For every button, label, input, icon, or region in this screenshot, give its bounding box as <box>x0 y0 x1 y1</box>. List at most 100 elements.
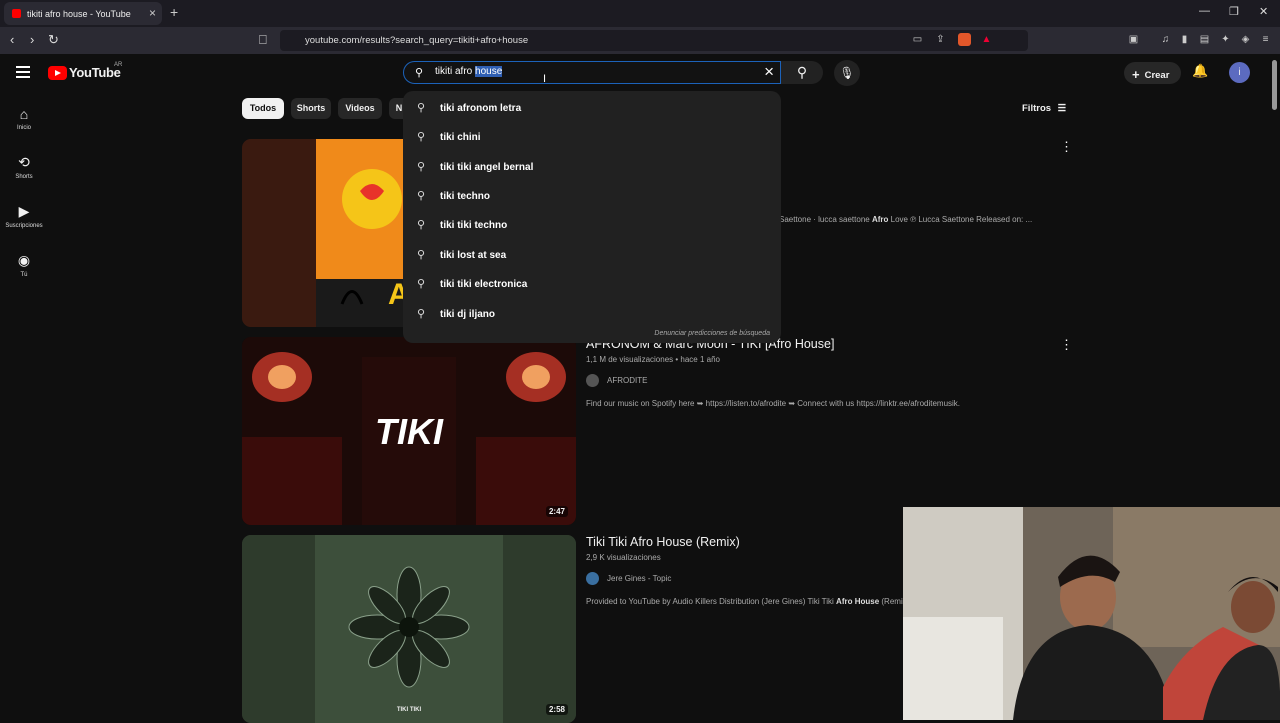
more-actions-icon[interactable]: ⋮ <box>1060 337 1073 353</box>
tab-close-icon[interactable]: × <box>149 6 156 20</box>
suggestion-text: tiki dj iljano <box>440 309 496 320</box>
suggestion-text: tiki tiki techno <box>440 220 508 231</box>
you-icon: ◉ <box>17 252 31 268</box>
more-actions-icon[interactable]: ⋮ <box>1060 139 1073 155</box>
text-cursor-icon: I <box>543 73 547 85</box>
voice-search-button[interactable]: 🎙 <box>834 60 860 86</box>
maximize-button[interactable]: ❐ <box>1229 5 1239 18</box>
brave-rewards-icon[interactable]: ▲ <box>980 33 993 46</box>
webcam-overlay <box>903 507 1280 720</box>
search-query-text: tikiti afro <box>435 66 476 77</box>
clear-search-icon[interactable]: × <box>764 62 774 82</box>
browser-tab-bar: tikiti afro house - YouTube × + — ❐ ✕ <box>0 0 1280 27</box>
webcam-feed-image <box>903 507 1280 720</box>
create-button[interactable]: + Crear <box>1124 62 1181 84</box>
subscriptions-icon: ▶ <box>18 203 30 219</box>
sidebar-toggle-icon[interactable]: ▮ <box>1178 33 1191 46</box>
suggestion-item[interactable]: ⚲ tiki dj iljano <box>403 299 781 328</box>
bookmark-icon[interactable]: ⎕ <box>259 32 267 48</box>
brave-shield-icon[interactable] <box>958 33 971 46</box>
desc-highlight: Afro House <box>836 597 880 606</box>
channel-row[interactable]: AFRODITE <box>586 374 1066 387</box>
video-info: AFRONOM & Marc Moon - TIKI [Afro House] … <box>586 337 1066 408</box>
thumbnail-art-flower <box>242 535 576 723</box>
search-icon: ⚲ <box>417 161 426 173</box>
home-icon: ⌂ <box>19 106 29 122</box>
youtube-play-icon <box>48 65 67 80</box>
suggestion-item[interactable]: ⚲ tiki chini <box>403 122 781 151</box>
video-description: Find our music on Spotify here ➥ https:/… <box>586 399 961 408</box>
suggestion-item[interactable]: ⚲ tiki tiki angel bernal <box>403 152 781 181</box>
sidebar-item-shorts[interactable]: ⟲ Shorts <box>0 154 48 180</box>
channel-avatar <box>586 572 599 585</box>
leo-icon[interactable]: ✦ <box>1219 33 1232 46</box>
minimize-button[interactable]: — <box>1199 5 1210 17</box>
notifications-bell-icon[interactable]: 🔔 <box>1192 63 1208 79</box>
suggestion-text: tiki lost at sea <box>440 250 507 261</box>
channel-avatar <box>586 374 599 387</box>
chip-todos[interactable]: Todos <box>242 98 284 119</box>
chip-shorts[interactable]: Shorts <box>291 98 331 119</box>
channel-name: AFRODITE <box>607 376 648 385</box>
search-icon: ⚲ <box>417 131 426 143</box>
sidebar-item-inicio[interactable]: ⌂ Inicio <box>0 106 48 131</box>
suggestion-item[interactable]: ⚲ tiki afronom letra <box>403 93 781 122</box>
video-duration: 2:47 <box>545 506 568 517</box>
suggestion-item[interactable]: ⚲ tiki techno <box>403 181 781 210</box>
logo-wordmark: YouTube <box>69 65 121 80</box>
share-icon[interactable]: ⇪ <box>934 33 947 46</box>
sidebar-item-label: Inicio <box>16 125 31 131</box>
sidebar-item-tu[interactable]: ◉ Tú <box>0 252 48 278</box>
browser-toolbar: ‹ › ↻ ⎕ youtube.com/results?search_query… <box>0 27 1280 54</box>
forward-icon[interactable]: › <box>30 32 34 47</box>
video-thumbnail[interactable]: TIKI 2:47 <box>242 337 576 525</box>
youtube-header: YouTube AR ⚲ tikiti afro house × ⚲ 🎙 + Cr… <box>0 54 1280 92</box>
browser-tab[interactable]: tikiti afro house - YouTube × <box>4 2 162 25</box>
video-thumbnail[interactable]: TIKI TIKI 2:58 <box>242 535 576 723</box>
search-suggestions-dropdown: ⚲ tiki afronom letra ⚲ tiki chini ⚲ tiki ti… <box>403 91 781 343</box>
cast-icon[interactable]: ▭ <box>911 33 924 46</box>
search-button[interactable]: ⚲ <box>781 61 823 84</box>
screenshot-icon[interactable]: ▣ <box>1127 33 1140 46</box>
reload-icon[interactable]: ↻ <box>48 32 59 48</box>
chip-videos[interactable]: Videos <box>338 98 382 119</box>
search-input[interactable]: ⚲ tikiti afro house × <box>403 61 781 84</box>
youtube-logo[interactable]: YouTube AR <box>48 62 123 80</box>
report-predictions-link[interactable]: Denunciar predicciones de búsqueda <box>654 330 770 337</box>
search-query[interactable]: tikiti afro house <box>435 66 503 77</box>
search-icon: ⚲ <box>417 190 426 202</box>
region-code: AR <box>114 62 123 68</box>
video-result-2[interactable]: TIKI 2:47 AFRONOM & Marc Moon - TIKI [Af… <box>242 337 1073 525</box>
url-text: youtube.com/results?search_query=tikiti+… <box>305 35 529 46</box>
media-icon[interactable]: ♫ <box>1159 33 1172 46</box>
search-icon: ⚲ <box>415 67 424 79</box>
suggestion-text: tiki chini <box>440 132 481 143</box>
filters-button[interactable]: Filtros ☰ <box>1022 103 1066 114</box>
page-scrollbar[interactable] <box>1272 60 1277 110</box>
video-meta: 1,1 M de visualizaciones • hace 1 año <box>586 355 720 364</box>
search-query-selection: house <box>475 66 503 77</box>
vpn-icon[interactable]: ◈ <box>1239 33 1252 46</box>
plus-icon: + <box>1132 67 1140 82</box>
suggestion-item[interactable]: ⚲ tiki tiki techno <box>403 210 781 239</box>
sidebar-item-label: Tú <box>20 272 28 278</box>
back-icon[interactable]: ‹ <box>10 32 14 47</box>
microphone-icon: 🎙 <box>839 66 855 80</box>
search-icon: ⚲ <box>417 249 426 261</box>
sidebar-item-suscripciones[interactable]: ▶ Suscripciones <box>0 203 48 229</box>
suggestion-item[interactable]: ⚲ tiki lost at sea <box>403 240 781 269</box>
filters-icon: ☰ <box>1057 103 1067 114</box>
search-button-icon: ⚲ <box>796 64 808 80</box>
desc-highlight: Afro <box>871 215 889 224</box>
wallet-icon[interactable]: ▤ <box>1198 33 1211 46</box>
new-tab-button[interactable]: + <box>170 4 178 20</box>
close-window-button[interactable]: ✕ <box>1259 5 1268 18</box>
hamburger-menu-icon[interactable] <box>16 66 30 78</box>
suggestion-text: tiki afronom letra <box>440 103 522 114</box>
thumbnail-text: TIKI <box>375 411 443 452</box>
video-info: Saettone · lucca saettone Afro Love ℗ Lu… <box>779 203 1259 224</box>
avatar[interactable]: i <box>1229 62 1250 83</box>
sidebar-item-label: Suscripciones <box>5 223 43 229</box>
suggestion-item[interactable]: ⚲ tiki tiki electronica <box>403 269 781 298</box>
menu-icon[interactable]: ≡ <box>1259 33 1272 46</box>
